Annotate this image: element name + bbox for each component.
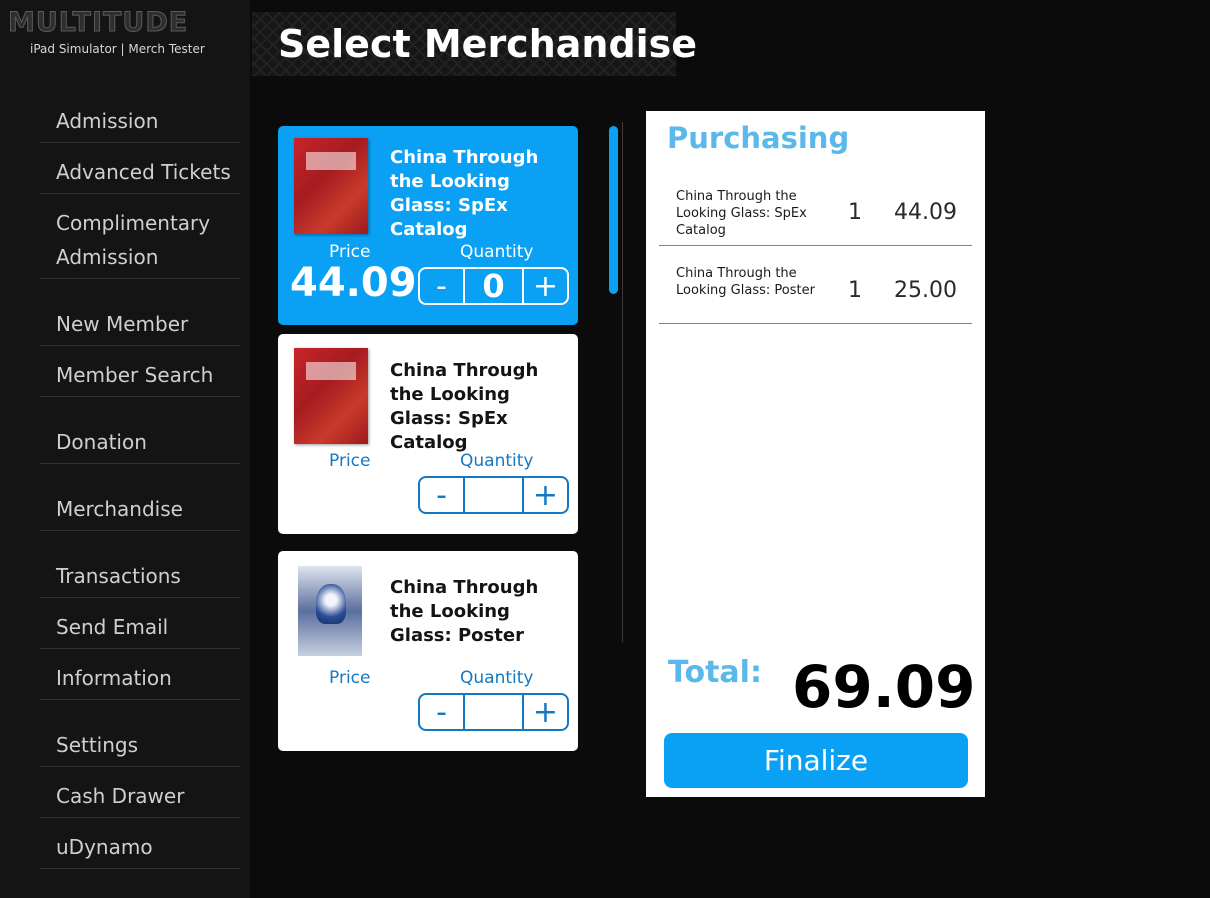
product-thumbnail [298,566,362,656]
price-label: Price [329,242,371,262]
decrement-button[interactable]: - [420,695,463,730]
finalize-button[interactable]: Finalize [664,733,968,788]
scroll-divider [622,122,623,642]
product-title: China Through the Looking Glass: SpEx Ca… [390,360,539,453]
sidebar-item-settings[interactable]: Settings [40,724,240,767]
sidebar-item-label: Complimentary Admission [56,211,211,269]
cart-line-item[interactable]: China Through the Looking Glass: SpEx Ca… [659,174,972,246]
page-title: Select Merchandise [278,22,698,66]
product-thumbnail [294,138,368,234]
sidebar-item-send-email[interactable]: Send Email [40,606,240,649]
quantity-label: Quantity [460,242,534,262]
line-item-name: China Through the Looking Glass: Poster [676,266,815,298]
sidebar-item-label: uDynamo [56,835,153,859]
quantity-label: Quantity [460,668,534,688]
panel-title: Purchasing [667,121,850,155]
increment-button[interactable]: + [524,695,567,730]
quantity-stepper: - + [418,693,569,731]
sidebar-item-advanced-tickets[interactable]: Advanced Tickets [40,151,240,194]
app-subtitle: iPad Simulator | Merch Tester [30,42,205,56]
sidebar-item-new-member[interactable]: New Member [40,303,240,346]
scrollbar-thumb[interactable] [609,126,618,294]
line-item-price: 44.09 [894,200,957,225]
quantity-value[interactable] [463,695,524,729]
sidebar: MULTITUDE iPad Simulator | Merch Tester … [0,0,250,898]
sidebar-item-label: Cash Drawer [56,784,185,808]
quantity-stepper: - 0 + [418,267,569,305]
total-label: Total: [668,655,762,690]
sidebar-item-admission[interactable]: Admission [40,100,240,143]
purchasing-panel: Purchasing China Through the Looking Gla… [646,111,985,797]
sidebar-item-label: Advanced Tickets [56,160,231,184]
sidebar-item-information[interactable]: Information [40,657,240,700]
increment-button[interactable]: + [524,269,567,304]
sidebar-item-label: Send Email [56,615,169,639]
sidebar-item-donation[interactable]: Donation [40,421,240,464]
product-title: China Through the Looking Glass: Poster [390,577,539,646]
sidebar-item-label: Member Search [56,363,214,387]
sidebar-item-complimentary-admission[interactable]: Complimentary Admission [40,202,240,279]
quantity-label: Quantity [460,451,534,471]
total-value: 69.09 [792,653,976,721]
sidebar-item-member-search[interactable]: Member Search [40,354,240,397]
price-label: Price [329,668,371,688]
sidebar-item-label: Donation [56,430,147,454]
sidebar-item-cash-drawer[interactable]: Cash Drawer [40,775,240,818]
increment-button[interactable]: + [524,478,567,513]
cart-line-item[interactable]: China Through the Looking Glass: Poster … [659,246,972,324]
sidebar-item-label: Merchandise [56,497,183,521]
sidebar-item-label: Transactions [56,564,181,588]
sidebar-item-label: Admission [56,109,159,133]
product-thumbnail [294,348,368,444]
sidebar-item-transactions[interactable]: Transactions [40,555,240,598]
sidebar-item-merchandise[interactable]: Merchandise [40,488,240,531]
line-item-name: China Through the Looking Glass: SpEx Ca… [676,189,807,238]
quantity-stepper: - + [418,476,569,514]
logo: MULTITUDE iPad Simulator | Merch Tester [8,6,248,58]
product-price: 44.09 [290,260,417,306]
decrement-button[interactable]: - [420,269,463,304]
product-card[interactable]: China Through the Looking Glass: SpEx Ca… [278,334,578,534]
sidebar-item-label: Settings [56,733,139,757]
product-title: China Through the Looking Glass: SpEx Ca… [390,147,539,240]
price-label: Price [329,451,371,471]
decrement-button[interactable]: - [420,478,463,513]
product-card[interactable]: China Through the Looking Glass: SpEx Ca… [278,126,578,325]
product-card[interactable]: China Through the Looking Glass: Poster … [278,551,578,751]
logo-wordmark: MULTITUDE [8,7,189,39]
line-item-qty: 1 [848,278,862,303]
sidebar-item-label: Information [56,666,172,690]
line-item-qty: 1 [848,200,862,225]
sidebar-item-label: New Member [56,312,189,336]
quantity-value[interactable]: 0 [463,267,524,305]
line-item-price: 25.00 [894,278,957,303]
quantity-value[interactable] [463,478,524,512]
sidebar-item-udynamo[interactable]: uDynamo [40,826,240,869]
